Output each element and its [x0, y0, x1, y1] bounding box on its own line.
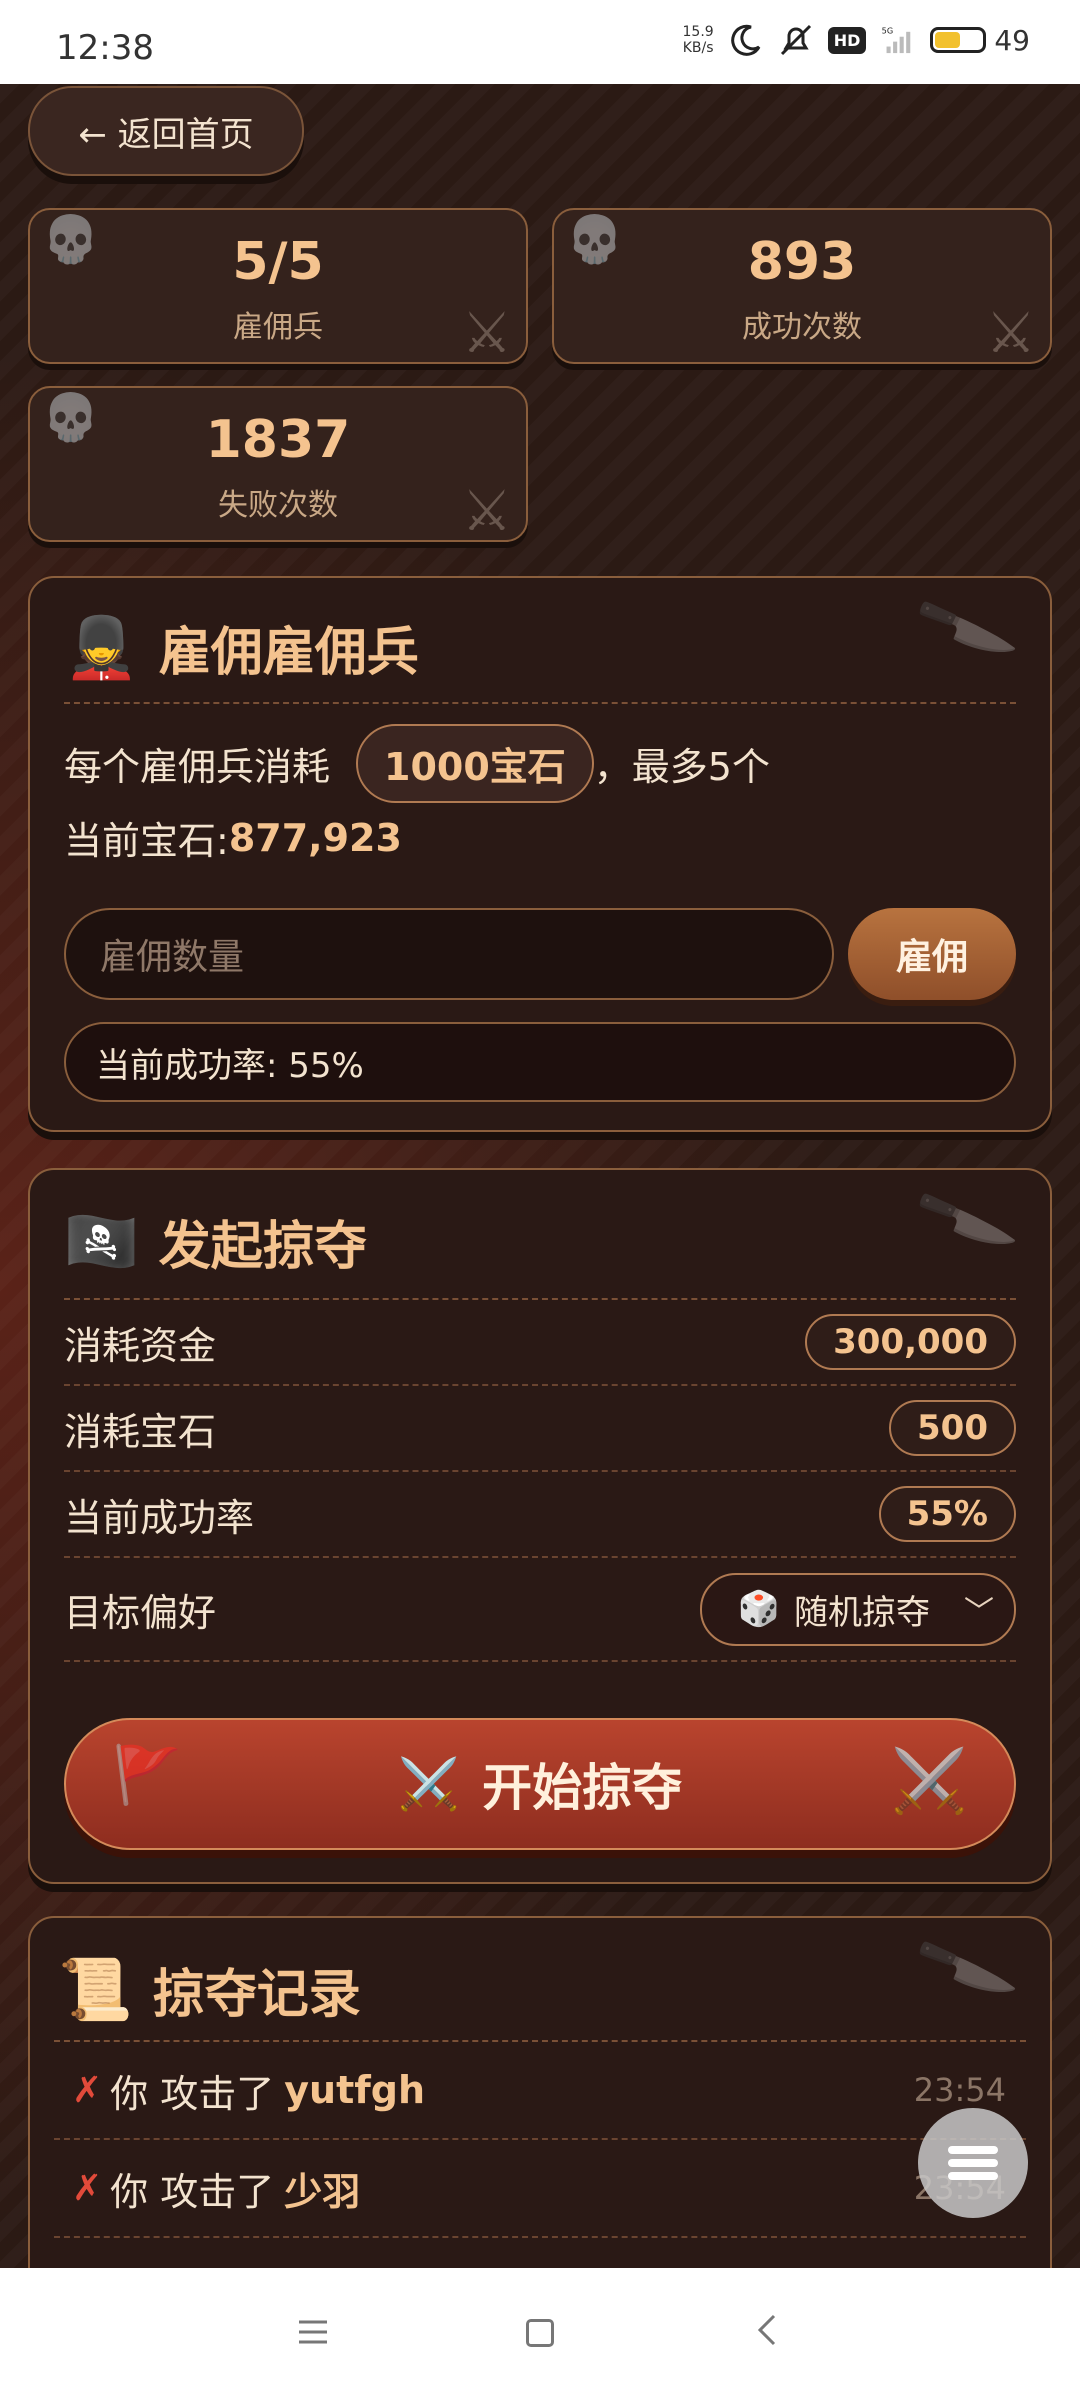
hire-button[interactable]: 雇佣: [848, 908, 1016, 1000]
back-to-home-button[interactable]: ← 返回首页: [28, 86, 304, 176]
gem-label: 当前宝石:: [64, 819, 229, 863]
knife-icon: 🔪: [911, 576, 1022, 681]
raid-panel: 🔪 🏴‍☠️ 发起掠夺 消耗资金 300,000 消耗宝石 500 当前成功率 …: [28, 1168, 1052, 1884]
start-raid-button[interactable]: 🚩 ⚔️ 开始掠夺 ⚔️: [64, 1718, 1016, 1850]
row-key: 当前成功率: [64, 1495, 255, 1540]
net-speed-unit: KB/s: [682, 40, 714, 56]
crossed-swords-icon: ⚔️: [890, 1744, 968, 1817]
fail-mark-icon: ✗: [72, 2069, 103, 2111]
signal-label: 5G: [882, 25, 894, 35]
row-key: 消耗资金: [64, 1323, 217, 1368]
swords-icon: ⚔️: [397, 1754, 461, 1813]
success-rate-text: 当前成功率: 55%: [96, 1045, 364, 1086]
stat-label: 失败次数: [218, 488, 338, 523]
recent-apps-button[interactable]: [283, 2311, 343, 2357]
menu-icon: [299, 2320, 328, 2344]
hd-icon: HD: [827, 26, 867, 54]
success-rate-row: 当前成功率 55%: [64, 1472, 1016, 1558]
stat-card-mercenaries: 💀 ⚔ 5/5 雇佣兵: [28, 208, 528, 364]
dice-icon: 🎲: [737, 1589, 780, 1629]
hire-cost-line: 每个雇佣兵消耗 1000宝石 ，最多5个: [64, 724, 770, 803]
system-nav-bar: [0, 2268, 1080, 2400]
panel-title-text: 雇佣雇佣兵: [158, 623, 419, 683]
input-placeholder: 雇佣数量: [100, 937, 245, 978]
panel-title-text: 掠夺记录: [152, 1965, 361, 2025]
start-raid-label: 开始掠夺: [482, 1759, 683, 1817]
menu-icon: [948, 2146, 998, 2180]
app-screen: ← 返回首页 💀 ⚔ 5/5 雇佣兵 💀 ⚔ 893 成功次数 💀 ⚔ 1837…: [0, 84, 1080, 2268]
floating-menu-button[interactable]: [918, 2108, 1028, 2218]
stat-value: 893: [747, 232, 857, 292]
panel-title: 🏴‍☠️ 发起掠夺: [64, 1204, 367, 1279]
cost-suffix: ，最多5个: [593, 745, 770, 789]
flag-icon: 🚩: [112, 1743, 182, 1808]
select-value: 随机掠夺: [794, 1592, 930, 1633]
battery-icon: 49: [930, 24, 1030, 57]
clock: 12:38: [56, 28, 154, 68]
net-speed: 15.9 KB/s: [683, 24, 714, 56]
cost-prefix: 每个雇佣兵消耗: [64, 745, 331, 789]
signal-icon: 5G: [880, 22, 916, 58]
hire-quantity-input[interactable]: 雇佣数量: [64, 908, 834, 1000]
battery-shell: [930, 27, 987, 53]
panel-title: 📜 掠夺记录: [58, 1952, 361, 2027]
row-key: 消耗宝石: [64, 1409, 217, 1454]
net-speed-value: 15.9: [682, 24, 714, 40]
stat-card-success: 💀 ⚔ 893 成功次数: [552, 208, 1052, 364]
log-time: 23:54: [913, 2071, 1006, 2109]
success-rate-box: 当前成功率: 55%: [64, 1022, 1016, 1102]
panel-title-text: 发起掠夺: [158, 1217, 367, 1277]
pirate-flag-icon: 🏴‍☠️: [64, 1207, 139, 1277]
scroll-icon: 📜: [58, 1955, 133, 2025]
back-button[interactable]: [737, 2311, 797, 2357]
stat-label: 成功次数: [742, 310, 862, 345]
raid-log-panel: 🔪 📜 掠夺记录 ✗ 你 攻击了 yutfgh 23:54 ✗ 你 攻击了 少羽…: [28, 1916, 1052, 2268]
battery-percent: 49: [994, 23, 1030, 57]
hire-mercenary-panel: 🔪 💂 雇佣雇佣兵 每个雇佣兵消耗 1000宝石 ，最多5个 当前宝石: 877…: [28, 576, 1052, 1132]
stat-card-failure: 💀 ⚔ 1837 失败次数: [28, 386, 528, 542]
moon-icon: [728, 22, 764, 58]
stat-value: 1837: [205, 410, 351, 470]
row-value: 300,000: [805, 1314, 1016, 1370]
status-bar: 12:38 15.9 KB/s HD 5G 49: [0, 0, 1080, 84]
log-entry: ✗ 你 攻击了 少羽 23:54: [54, 2140, 1026, 2238]
row-value: 55%: [878, 1486, 1016, 1542]
chevron-down-icon: ﹀: [964, 1595, 994, 1630]
log-target-name: yutfgh: [284, 2068, 426, 2112]
target-preference-row: 目标偏好 🎲 随机掠夺 ﹀: [64, 1558, 1016, 1662]
home-button[interactable]: [510, 2311, 570, 2357]
stat-value: 5/5: [232, 232, 324, 292]
target-preference-select[interactable]: 🎲 随机掠夺 ﹀: [699, 1572, 1016, 1646]
mute-icon: [778, 22, 814, 58]
cost-gems-row: 消耗宝石 500: [64, 1386, 1016, 1472]
status-icons: 15.9 KB/s HD 5G 49: [683, 22, 1030, 58]
row-value: 500: [889, 1400, 1016, 1456]
back-label: ← 返回首页: [78, 114, 254, 155]
log-entry: ✗ 你 攻击了 yutfgh 23:54: [54, 2042, 1026, 2140]
gem-value: 877,923: [228, 815, 402, 860]
log-text: 你 攻击了: [110, 2071, 275, 2116]
cost-pill: 1000宝石: [356, 724, 594, 803]
hire-button-label: 雇佣: [895, 937, 968, 978]
knife-icon: 🔪: [911, 1168, 1022, 1273]
battery-fill: [935, 32, 960, 48]
fail-mark-icon: ✗: [72, 2167, 103, 2209]
guard-icon: 💂: [64, 613, 139, 683]
log-text: 你 攻击了: [110, 2169, 275, 2214]
stat-label: 雇佣兵: [233, 310, 323, 345]
chevron-left-icon: [757, 2314, 775, 2346]
log-target-name: 少羽: [284, 2169, 361, 2214]
gem-line: 当前宝石: 877,923: [64, 810, 402, 865]
panel-title: 💂 雇佣雇佣兵: [64, 610, 419, 685]
cost-funds-row: 消耗资金 300,000: [64, 1300, 1016, 1386]
square-icon: [525, 2319, 554, 2347]
divider: [64, 702, 1016, 704]
row-key: 目标偏好: [64, 1590, 217, 1635]
knife-icon: 🔪: [911, 1916, 1022, 2021]
